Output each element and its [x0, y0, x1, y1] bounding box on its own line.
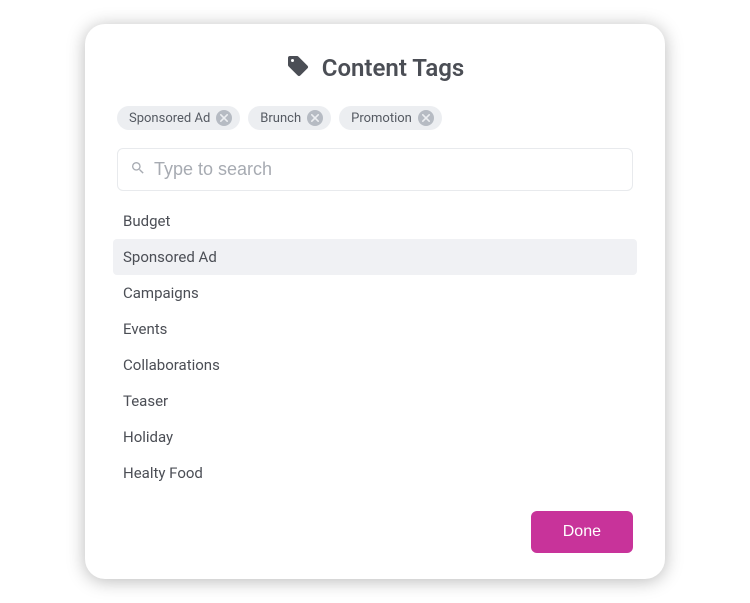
suggestion-item[interactable]: Sponsored Ad [113, 239, 637, 275]
remove-tag-icon[interactable] [307, 110, 323, 126]
search-input[interactable] [154, 159, 620, 180]
suggestion-label: Holiday [123, 428, 173, 446]
tag-chip[interactable]: Sponsored Ad [117, 106, 240, 130]
suggestion-item[interactable]: Healty Food [113, 455, 637, 491]
suggestion-label: Campaigns [123, 284, 199, 302]
modal-header: Content Tags [117, 54, 633, 82]
suggestion-label: Healty Food [123, 464, 203, 482]
tag-chip[interactable]: Promotion [339, 106, 442, 130]
modal-footer: Done [117, 511, 633, 553]
suggestion-item[interactable]: Budget [113, 203, 637, 239]
remove-tag-icon[interactable] [216, 110, 232, 126]
suggestion-item[interactable]: Campaigns [113, 275, 637, 311]
search-icon [130, 160, 146, 180]
tag-chip[interactable]: Brunch [248, 106, 331, 130]
suggestion-item[interactable]: Teaser [113, 383, 637, 419]
modal-title: Content Tags [322, 54, 464, 82]
suggestion-label: Collaborations [123, 356, 220, 374]
suggestion-label: Sponsored Ad [123, 248, 217, 266]
suggestion-label: Budget [123, 212, 170, 230]
tag-icon [286, 54, 310, 82]
content-tags-modal: Content Tags Sponsored Ad Brunch Promoti… [85, 24, 665, 579]
suggestion-item[interactable]: Holiday [113, 419, 637, 455]
suggestion-item[interactable]: Events [113, 311, 637, 347]
done-button[interactable]: Done [531, 511, 633, 553]
tag-chip-label: Promotion [351, 111, 412, 126]
suggestion-label: Teaser [123, 392, 168, 410]
remove-tag-icon[interactable] [418, 110, 434, 126]
suggestion-item[interactable]: Collaborations [113, 347, 637, 383]
selected-tags-row: Sponsored Ad Brunch Promotion [117, 106, 633, 130]
suggestion-list: Budget Sponsored Ad Campaigns Events Col… [113, 203, 637, 491]
tag-chip-label: Brunch [260, 111, 301, 126]
tag-chip-label: Sponsored Ad [129, 111, 210, 126]
suggestion-label: Events [123, 320, 167, 338]
search-field[interactable] [117, 148, 633, 191]
